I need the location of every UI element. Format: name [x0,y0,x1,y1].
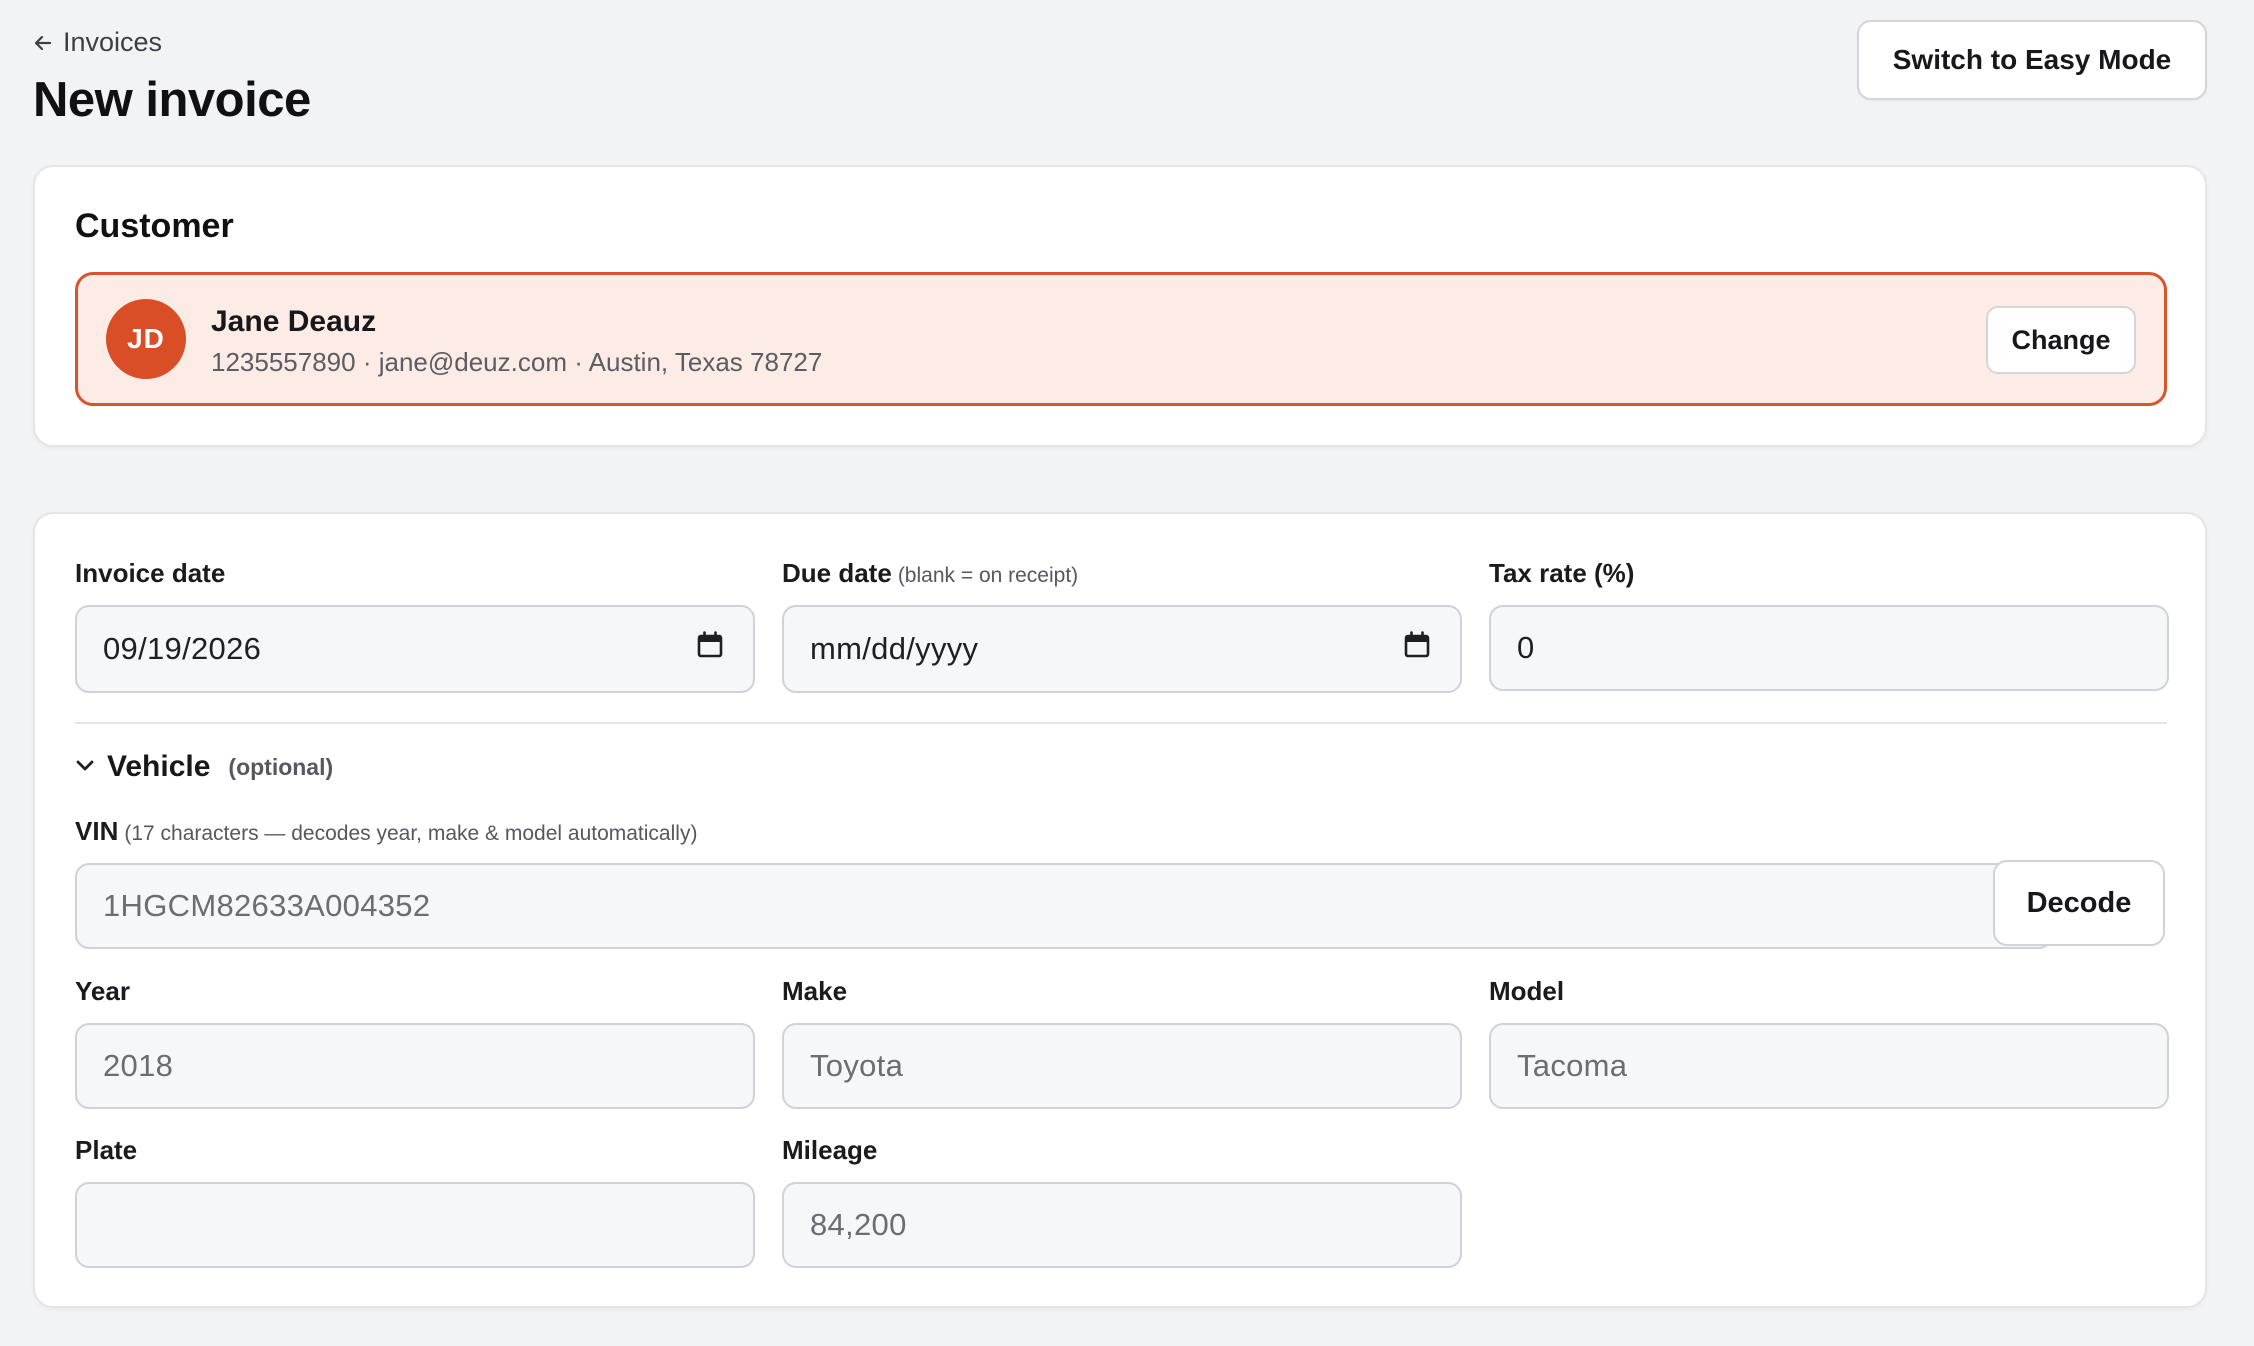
calendar-icon[interactable] [1404,631,1430,667]
decode-vin-button[interactable]: Decode [1993,860,2165,946]
vehicle-optional-label: (optional) [228,753,334,780]
tax-rate-label-text: Tax rate (%) [1489,558,1635,588]
invoice-date-label-text: Invoice date [75,558,226,588]
due-date-hint: (blank = on receipt) [897,564,1079,587]
tax-rate-input[interactable]: 0 [1489,605,2169,691]
model-input[interactable]: Tacoma [1489,1023,2169,1109]
mileage-label: Mileage [782,1135,1462,1166]
vin-hint: (17 characters — decodes year, make & mo… [124,822,698,845]
customer-name: Jane Deauz [211,305,377,338]
year-field: Year 2018 [75,976,755,1109]
invoice-date-field: Invoice date 09/19/2026 [75,558,755,693]
model-field: Model Tacoma [1489,976,2169,1109]
tax-rate-label: Tax rate (%) [1489,558,2169,589]
customer-avatar: JD [106,299,186,379]
vehicle-section-toggle[interactable]: Vehicle (optional) [75,750,333,784]
year-label-text: Year [75,976,130,1006]
selected-customer: JD Jane Deauz 1235557890 · jane@deuz.com… [75,272,2167,406]
chevron-down-icon [75,758,95,777]
customer-section-title: Customer [75,207,234,245]
invoice-date-label: Invoice date [75,558,755,589]
customer-card: Customer JD Jane Deauz 1235557890 · jane… [33,165,2207,447]
invoice-details-card: Invoice date 09/19/2026 Due date (blank =… [33,512,2207,1308]
plate-label-text: Plate [75,1135,138,1165]
year-value: 2018 [103,1048,174,1083]
due-date-field: Due date (blank = on receipt) mm/dd/yyyy [782,558,1462,693]
vin-field: VIN (17 characters — decodes year, make &… [75,816,2053,949]
invoice-date-value: 09/19/2026 [103,631,262,666]
section-divider [75,722,2167,724]
plate-label: Plate [75,1135,755,1166]
mileage-label-text: Mileage [782,1135,878,1165]
mileage-value: 84,200 [810,1207,907,1242]
year-input[interactable]: 2018 [75,1023,755,1109]
make-field: Make Toyota [782,976,1462,1109]
due-date-label-text: Due date [782,558,892,588]
vin-input[interactable]: 1HGCM82633A004352 [75,863,2053,949]
vin-label: VIN (17 characters — decodes year, make &… [75,816,2053,847]
due-date-placeholder: mm/dd/yyyy [810,631,979,666]
make-label: Make [782,976,1462,1007]
plate-field: Plate [75,1135,755,1268]
tax-rate-value: 0 [1517,630,1535,665]
switch-to-easy-mode-button[interactable]: Switch to Easy Mode [1857,20,2207,100]
page: Invoices New invoice Switch to Easy Mode… [33,0,2207,1308]
make-value: Toyota [810,1048,904,1083]
back-to-invoices-link[interactable]: Invoices [33,27,162,58]
plate-input[interactable] [75,1182,755,1268]
change-customer-button[interactable]: Change [1986,306,2136,374]
back-link-label: Invoices [63,27,163,57]
make-label-text: Make [782,976,848,1006]
model-value: Tacoma [1517,1048,1628,1083]
vin-value: 1HGCM82633A004352 [103,888,431,923]
model-label-text: Model [1489,976,1565,1006]
page-title: New invoice [33,73,311,127]
calendar-icon[interactable] [697,631,723,667]
page-header: Invoices New invoice Switch to Easy Mode [33,0,2207,160]
mileage-input[interactable]: 84,200 [782,1182,1462,1268]
vehicle-section-title: Vehicle [107,750,211,783]
arrow-left-icon [33,33,53,53]
year-label: Year [75,976,755,1007]
tax-rate-field: Tax rate (%) 0 [1489,558,2169,691]
invoice-date-input[interactable]: 09/19/2026 [75,605,755,693]
vin-label-text: VIN [75,816,119,846]
make-input[interactable]: Toyota [782,1023,1462,1109]
due-date-label: Due date (blank = on receipt) [782,558,1462,589]
mileage-field: Mileage 84,200 [782,1135,1462,1268]
customer-details: 1235557890 · jane@deuz.com · Austin, Tex… [211,347,823,377]
model-label: Model [1489,976,2169,1007]
due-date-input[interactable]: mm/dd/yyyy [782,605,1462,693]
